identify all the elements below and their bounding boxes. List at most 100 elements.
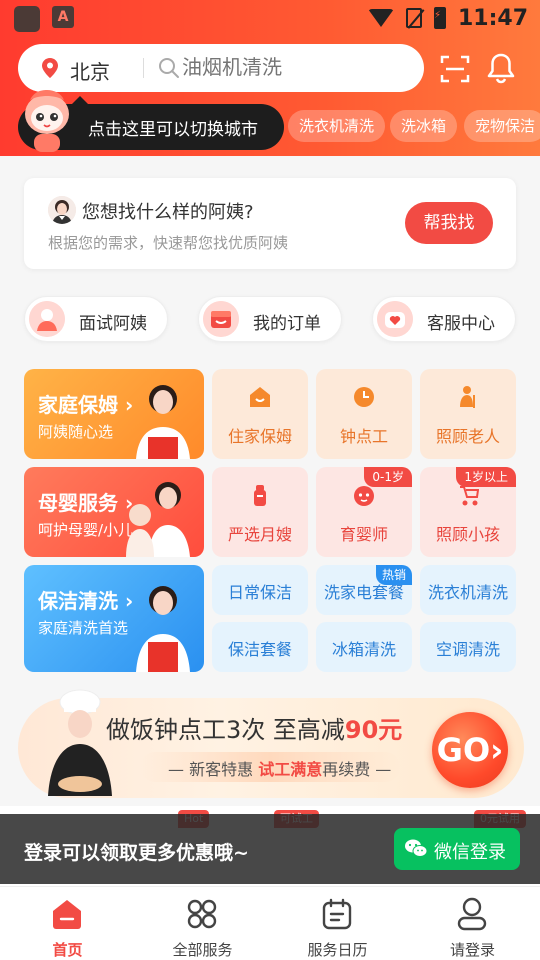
tile-label: 空调清洗 [435, 640, 500, 659]
notification-app-icon [14, 6, 40, 32]
service-heart-icon [377, 301, 413, 337]
tab-all-services[interactable]: 全部服务 [135, 887, 270, 960]
promo-discount-amount: 90元 [344, 716, 403, 744]
hot-tag-pet[interactable]: 宠物保洁 [464, 110, 540, 142]
tile-label: 严选月嫂 [227, 525, 292, 544]
tab-label: 全部服务 [172, 941, 233, 959]
elder-icon [460, 386, 475, 408]
mother-baby-photo [126, 482, 190, 557]
tile-live-in-nanny[interactable]: 住家保姆 [212, 369, 308, 459]
tile-label: 日常保洁 [227, 583, 292, 602]
finder-title: 您想找什么样的阿姨? [82, 202, 254, 223]
tile-daily-cleaning[interactable]: 日常保洁 [212, 565, 308, 615]
status-time: 11:47 [457, 5, 528, 31]
age-badge: 0-1岁 [364, 467, 412, 487]
promo-subtitle: — 新客特惠 试工满意再续费 — [168, 756, 391, 780]
promo-title: 做饭钟点工3次 至高减90元 [106, 710, 402, 745]
category-title: 保洁清洗 › [38, 589, 134, 613]
tile-washer-cleaning[interactable]: 洗衣机清洗 [420, 565, 516, 615]
category-title: 母婴服务 › [38, 491, 134, 515]
no-sim-icon [405, 8, 422, 28]
nanny-finder-card: 您想找什么样的阿姨? 根据您的需求，快速帮您找优质阿姨 帮我找 [24, 178, 516, 269]
header: A 11:47 北京 点击这里可以切换城市 [0, 0, 540, 156]
tile-label: 住家保姆 [227, 427, 292, 446]
category-card-cleaning[interactable]: 保洁清洗 › 家庭清洗首选 [24, 565, 204, 672]
help-me-find-button[interactable]: 帮我找 [405, 202, 493, 244]
tab-label: 服务日历 [307, 941, 368, 959]
bottle-icon [254, 485, 266, 506]
tab-home[interactable]: 首页 [0, 887, 135, 960]
tile-fridge-cleaning[interactable]: 冰箱清洗 [316, 622, 412, 672]
category-subtitle: 呵护母婴/小儿 [38, 521, 134, 539]
tile-childcare[interactable]: 照顾小孩 1岁以上 [420, 467, 516, 557]
promo-sub-suffix: 再续费 — [322, 760, 392, 779]
tile-label: 育婴师 [339, 525, 388, 544]
category-title: 家庭保姆 › [38, 393, 134, 417]
city-selector[interactable]: 北京 [70, 56, 110, 85]
promo-sub-prefix: — 新客特惠 [168, 760, 259, 779]
search-divider [143, 58, 144, 78]
wechat-login-label: 微信登录 [434, 842, 506, 862]
category-subtitle: 家庭清洗首选 [38, 619, 129, 637]
tile-label: 照顾老人 [435, 427, 500, 446]
finder-subtitle: 根据您的需求，快速帮您找优质阿姨 [48, 234, 289, 252]
grid-icon [187, 899, 217, 929]
battery-charging-icon [433, 7, 446, 29]
hot-tag-fridge[interactable]: 洗冰箱 [390, 110, 458, 142]
bell-icon[interactable] [486, 52, 516, 84]
tile-elderly-care[interactable]: 照顾老人 [420, 369, 516, 459]
tile-label: 冰箱清洗 [331, 640, 396, 659]
tile-ac-cleaning[interactable]: 空调清洗 [420, 622, 516, 672]
pill-label: 我的订单 [253, 314, 321, 334]
hot-tag-washer[interactable]: 洗衣机清洗 [288, 110, 386, 142]
login-promo-text: 登录可以领取更多优惠哦~ [24, 842, 249, 864]
promo-go-button[interactable]: GO› [432, 712, 508, 788]
tile-maternity-nurse[interactable]: 严选月嫂 [212, 467, 308, 557]
home-icon [53, 900, 81, 929]
wechat-login-button[interactable]: 微信登录 [394, 828, 520, 870]
app-a-icon: A [52, 6, 74, 28]
age-badge: 1岁以上 [456, 467, 516, 487]
tile-label: 照顾小孩 [435, 525, 500, 544]
tab-label: 首页 [52, 941, 83, 959]
category-subtitle: 阿姨随心选 [38, 423, 114, 441]
tile-label: 保洁套餐 [227, 640, 292, 659]
tile-label: 钟点工 [339, 427, 388, 446]
category-card-household-nanny[interactable]: 家庭保姆 › 阿姨随心选 [24, 369, 204, 459]
city-tip-text: 点击这里可以切换城市 [88, 120, 258, 140]
tab-service-calendar[interactable]: 服务日历 [270, 887, 405, 960]
tile-appliance-package[interactable]: 洗家电套餐 热销 [316, 565, 412, 615]
tile-hourly-worker[interactable]: 钟点工 [316, 369, 412, 459]
user-icon [457, 897, 487, 931]
tab-login[interactable]: 请登录 [405, 887, 540, 960]
search-bar[interactable]: 北京 [18, 44, 424, 92]
mascot-icon [25, 90, 69, 152]
cleaner-photo [136, 586, 190, 672]
house-icon [250, 387, 270, 407]
tile-label: 洗衣机清洗 [427, 583, 508, 602]
cooking-promo-banner[interactable]: 做饭钟点工3次 至高减90元 — 新客特惠 试工满意再续费 — GO› [18, 689, 524, 798]
hot-sale-badge: 热销 [375, 565, 412, 585]
search-input[interactable] [182, 55, 402, 79]
wifi-icon [367, 9, 394, 27]
promo-subtitle-bar: — 新客特惠 试工满意再续费 — [140, 752, 400, 782]
my-orders-button[interactable]: 我的订单 [198, 296, 342, 342]
pill-label: 面试阿姨 [79, 314, 147, 334]
status-indicators: 11:47 [367, 5, 528, 31]
calendar-icon [322, 898, 352, 930]
pill-label: 客服中心 [427, 314, 495, 334]
tile-infant-care[interactable]: 育婴师 0-1岁 [316, 467, 412, 557]
location-pin-icon [42, 58, 58, 78]
category-card-maternity[interactable]: 母婴服务 › 呵护母婴/小儿 [24, 467, 204, 557]
promo-title-prefix: 做饭钟点工3次 至高减 [106, 716, 345, 744]
promo-sub-highlight: 试工满意 [258, 760, 323, 779]
interview-nanny-button[interactable]: 面试阿姨 [24, 296, 168, 342]
tile-cleaning-package[interactable]: 保洁套餐 [212, 622, 308, 672]
customer-service-button[interactable]: 客服中心 [372, 296, 516, 342]
bottom-tab-bar: 首页 全部服务 服务日历 请登录 [0, 886, 540, 960]
nanny-icon [29, 301, 65, 337]
agent-avatar [48, 196, 76, 224]
clock-icon [354, 387, 374, 407]
order-box-icon [203, 301, 239, 337]
scan-icon[interactable] [440, 54, 470, 84]
